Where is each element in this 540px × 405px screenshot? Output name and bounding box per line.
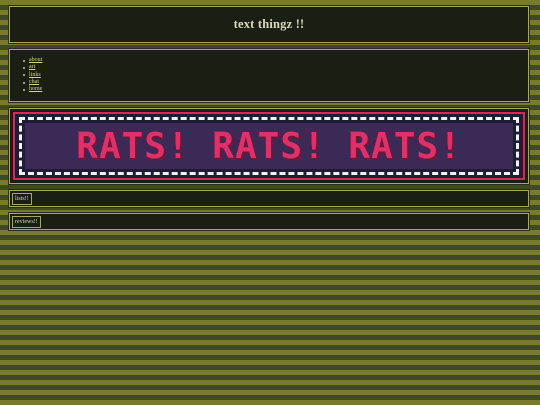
nav-item-home: home (23, 86, 528, 93)
nav-link-links[interactable]: links (29, 72, 41, 79)
nav-link-art[interactable]: art (29, 64, 35, 71)
nav-list: about art links chat home (10, 50, 528, 93)
bullet-icon (23, 59, 25, 62)
rats-banner: RATS! RATS! RATS! (13, 112, 525, 180)
banner-inner: RATS! RATS! RATS! (25, 123, 513, 169)
nav-link-chat[interactable]: chat (29, 79, 39, 86)
reviews-toggle-button[interactable]: reviews!! (12, 215, 41, 228)
header-panel: text thingz !! (8, 5, 530, 44)
nav-item-chat: chat (23, 79, 528, 86)
bullet-icon (23, 81, 25, 84)
nav-item-about: about (23, 57, 528, 64)
banner-text: RATS! RATS! RATS! (76, 125, 462, 167)
nav-link-home[interactable]: home (29, 86, 42, 93)
nav-panel: about art links chat home (8, 48, 530, 103)
lists-toggle-button[interactable]: lists!! (12, 192, 32, 205)
bullet-icon (23, 66, 25, 69)
site-title: text thingz !! (233, 17, 305, 31)
nav-item-links: links (23, 72, 528, 79)
lists-panel: lists!! (8, 189, 530, 208)
bullet-icon (23, 88, 25, 91)
nav-item-art: art (23, 64, 528, 71)
bullet-icon (23, 74, 25, 77)
banner-panel: RATS! RATS! RATS! (8, 107, 530, 185)
nav-link-about[interactable]: about (29, 57, 42, 64)
reviews-panel: reviews!! (8, 212, 530, 231)
